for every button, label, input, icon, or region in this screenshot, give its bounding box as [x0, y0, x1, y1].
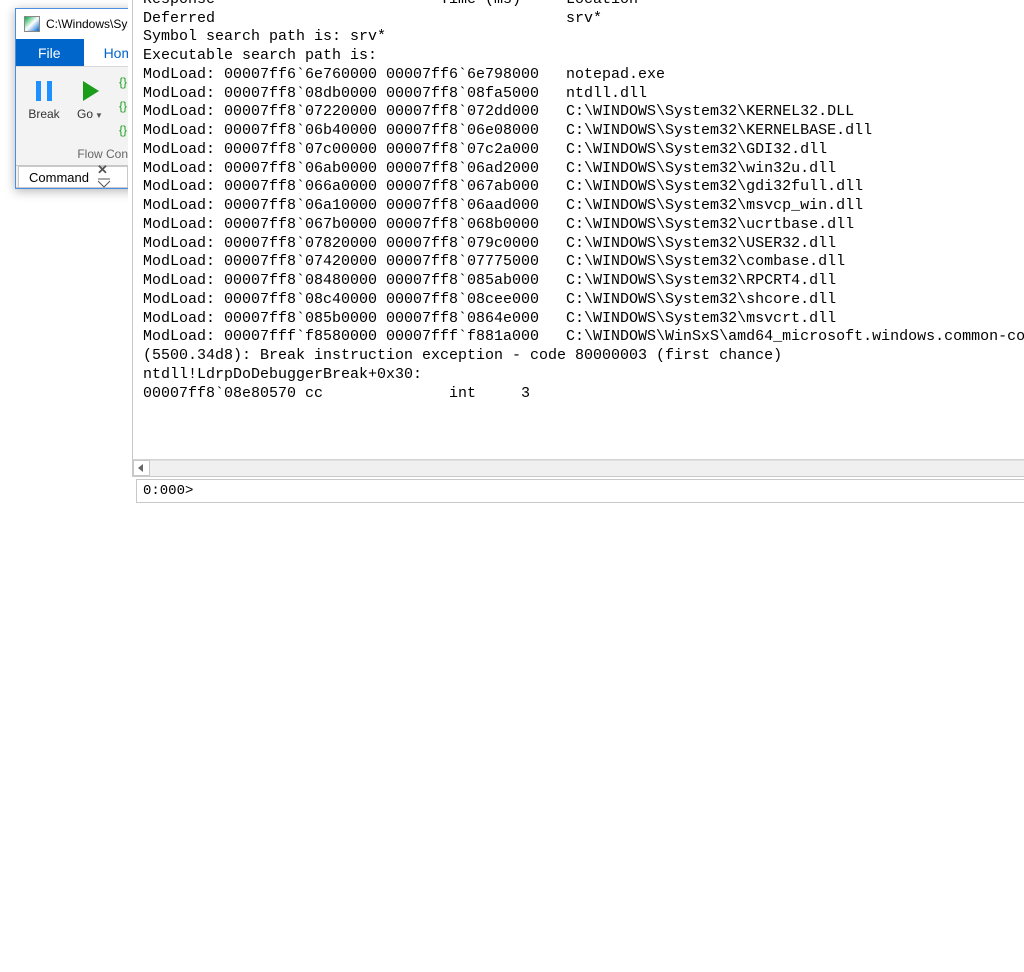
command-output[interactable]: Microsoft (R) Windows Debugger Version 1…	[132, 0, 1024, 477]
command-input[interactable]: 0:000>	[136, 479, 1024, 503]
horizontal-scrollbar[interactable]	[133, 459, 1024, 476]
scrollbar-track[interactable]	[150, 460, 1024, 476]
tab-file[interactable]: File	[16, 39, 84, 66]
terminal-text[interactable]: Microsoft (R) Windows Debugger Version 1…	[133, 0, 1024, 459]
play-icon	[76, 74, 104, 108]
app-window: C:\Windows\System32\notepad.exe - WinDbg…	[15, 8, 1009, 189]
panel-tab-label: Command	[29, 170, 89, 185]
close-icon[interactable]: ✕	[97, 162, 117, 193]
break-button[interactable]: Break	[22, 71, 66, 145]
app-icon	[24, 16, 40, 32]
panel-header: Command ✕ Microsoft (R) Windows Debugger…	[16, 166, 1008, 188]
command-prompt: 0:000>	[143, 483, 193, 499]
scroll-left-button[interactable]	[133, 460, 150, 476]
chevron-down-icon: ▼	[95, 111, 103, 120]
panel-options-button[interactable]	[97, 178, 111, 193]
command-panel: Microsoft (R) Windows Debugger Version 1…	[128, 0, 1024, 511]
pause-icon	[30, 74, 58, 108]
go-button[interactable]: Go▼	[68, 71, 112, 145]
command-panel-tab[interactable]: Command ✕	[18, 166, 128, 187]
